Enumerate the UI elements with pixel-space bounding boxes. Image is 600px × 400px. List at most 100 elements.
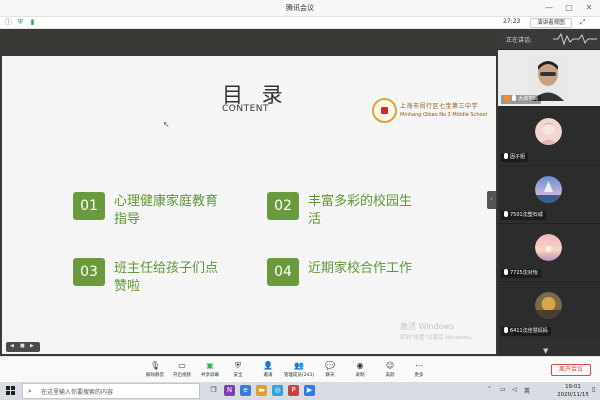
participant-panel: 正在讲话: 大球学妈 因子姐 7501沈塑石城 7725沈对怡 6411沈佳慧妈… [498, 29, 600, 356]
more-button[interactable]: ⋯ 更多 [404, 361, 434, 381]
unmute-button[interactable]: 🎙 解除静音 [140, 361, 170, 381]
shield-icon[interactable]: ⛨ [16, 18, 25, 27]
voice-wave-icon [553, 32, 597, 46]
toc-text-3: 班主任给孩子们点赞啦 [114, 261, 219, 294]
tencent-meeting-icon[interactable]: ▶ [304, 385, 315, 396]
stage-top-band [0, 29, 498, 56]
edge-icon[interactable]: e [240, 385, 251, 396]
toc-text-4: 近期家校合作工作 [308, 261, 413, 276]
toc-number-2: 02 [267, 192, 299, 220]
school-name-en: Minhang Qibao No.3 Middle School [400, 112, 488, 118]
security-button[interactable]: ⛨ 安全 [223, 361, 253, 381]
members-icon: 👥 [294, 361, 304, 370]
participant-name-1: 大球学妈 [501, 95, 542, 104]
participant-tile[interactable]: 7725沈对怡 [498, 223, 600, 280]
activation-watermark: 激活 Windows [400, 322, 455, 331]
school-name-cn: 上海市闵行区七宝第三中学 [400, 103, 479, 110]
minimize-icon[interactable]: — [543, 2, 555, 14]
camera-icon [504, 96, 510, 101]
zoom-out-icon[interactable]: ◀ [10, 343, 14, 349]
scroll-down-icon[interactable]: ▼ [543, 347, 548, 355]
school-logo: 上海市闵行区七宝第三中学 Minhang Qibao No.3 Middle S… [372, 98, 492, 128]
chat-icon: 💬 [325, 361, 335, 370]
more-icon: ⋯ [415, 361, 423, 370]
participant-avatar [535, 292, 562, 319]
chat-button[interactable]: 💬 聊天 [315, 361, 345, 381]
onenote-icon[interactable]: N [224, 385, 235, 396]
network-icon[interactable]: ▭ [500, 386, 506, 393]
speaking-label: 正在讲话: [506, 37, 533, 44]
participant-name-2: 因子姐 [501, 153, 529, 162]
invite-button[interactable]: 👤 邀请 [253, 361, 283, 381]
participant-avatar [535, 118, 562, 145]
participant-tile[interactable]: 7501沈塑石城 [498, 165, 600, 222]
participant-tile[interactable]: 大球学妈 [498, 49, 600, 106]
volume-icon[interactable]: ◁ [512, 386, 517, 393]
mic-icon [504, 211, 508, 217]
stage-mini-controls[interactable]: ◀ ■ ▶ [6, 342, 40, 352]
file-explorer-icon[interactable]: ▬ [256, 385, 267, 396]
toc-text-2: 丰富多彩的校园生活 [308, 194, 413, 227]
participant-name-3: 7501沈塑石城 [501, 211, 546, 220]
beauty-button[interactable]: ☺ 美颜 [375, 361, 405, 381]
share-screen-button[interactable]: ▣ 共享屏幕 [195, 361, 225, 381]
clock-time: 19:01 [565, 384, 581, 390]
invite-icon: 👤 [263, 361, 273, 370]
participant-tile[interactable]: 因子姐 [498, 107, 600, 164]
zoom-in-icon[interactable]: ▶ [30, 343, 34, 349]
info-icon[interactable]: ⓘ [4, 18, 13, 27]
record-icon: ◉ [356, 361, 364, 370]
meeting-timer: 27:23 [503, 18, 521, 25]
taskbar-search[interactable]: ⌕ 在这里输入你要搜索的内容 [22, 383, 200, 399]
school-emblem-icon [372, 98, 397, 123]
mic-icon [504, 269, 508, 275]
participant-name-5: 6411沈佳慧妈妈 [501, 327, 551, 336]
record-button[interactable]: ◉ 录制 [345, 361, 375, 381]
speaker-view-button[interactable]: 演讲者视图 [530, 18, 572, 28]
leave-meeting-button[interactable]: 离开会议 [551, 364, 591, 376]
mouse-cursor-icon: ↖ [163, 120, 170, 129]
start-video-button[interactable]: ▭ 开启视频 [167, 361, 197, 381]
participant-tile[interactable]: 6411沈佳慧妈妈 [498, 281, 600, 338]
panel-header: 正在讲话: [498, 29, 600, 49]
powerpoint-icon[interactable]: P [288, 385, 299, 396]
collapse-panel-icon[interactable]: › [487, 191, 496, 209]
shared-screen-area: 上海市闵行区七宝第三中学 Minhang Qibao No.3 Middle S… [0, 29, 498, 356]
mic-icon [504, 153, 508, 159]
beauty-icon: ☺ [385, 361, 395, 370]
taskbar-clock[interactable]: 19:01 2020/11/15 [555, 383, 591, 399]
chrome-icon[interactable]: ◎ [272, 385, 283, 396]
shield-icon: ⛨ [235, 361, 241, 370]
search-icon: ⌕ [28, 387, 32, 395]
maximize-icon[interactable]: □ [563, 2, 575, 14]
meeting-controls: 🎙 解除静音 ▭ 开启视频 ▣ 共享屏幕 ⛨ 安全 👤 邀请 👥 管理成员(243) 💬 聊天… [0, 356, 600, 382]
meeting-topbar: ⓘ ⛨ ▮ 27:23 演讲者视图 ⤢ [0, 17, 600, 29]
window-titlebar: 腾讯会议 — □ ✕ [0, 0, 600, 17]
toc-number-1: 01 [73, 192, 105, 220]
signal-icon: ▮ [30, 18, 35, 26]
close-icon[interactable]: ✕ [583, 2, 595, 14]
toc-number-3: 03 [73, 258, 105, 286]
participant-name-4: 7725沈对怡 [501, 269, 541, 278]
toc-number-4: 04 [267, 258, 299, 286]
task-view-icon[interactable]: ❐ [208, 385, 219, 396]
slide-subtitle: CONTENT [222, 104, 270, 114]
tray-up-icon[interactable]: ˄ [488, 386, 491, 393]
mic-icon [504, 327, 508, 333]
notification-icon[interactable]: ▯ [592, 386, 595, 393]
windows-start-icon[interactable] [6, 386, 16, 396]
clock-date: 2020/11/15 [557, 392, 589, 398]
manage-members-button[interactable]: 👥 管理成员(243) [281, 361, 317, 381]
participant-avatar [535, 234, 562, 261]
share-screen-icon: ▣ [206, 361, 214, 370]
input-language[interactable]: 英 [524, 386, 530, 395]
mic-off-icon: 🎙 [150, 361, 161, 370]
mic-icon [512, 95, 516, 101]
windows-taskbar: ⌕ 在这里输入你要搜索的内容 ❐ N e ▬ ◎ P ▶ ˄ ▭ ◁ 英 19:… [0, 382, 600, 400]
camera-off-icon: ▭ [178, 361, 186, 370]
fullscreen-icon[interactable]: ⤢ [578, 18, 587, 27]
participant-avatar [535, 176, 562, 203]
activation-watermark-sub: 转到"设置"以激活 Windows。 [400, 335, 476, 341]
fit-icon[interactable]: ■ [20, 343, 25, 349]
search-placeholder: 在这里输入你要搜索的内容 [41, 389, 114, 396]
